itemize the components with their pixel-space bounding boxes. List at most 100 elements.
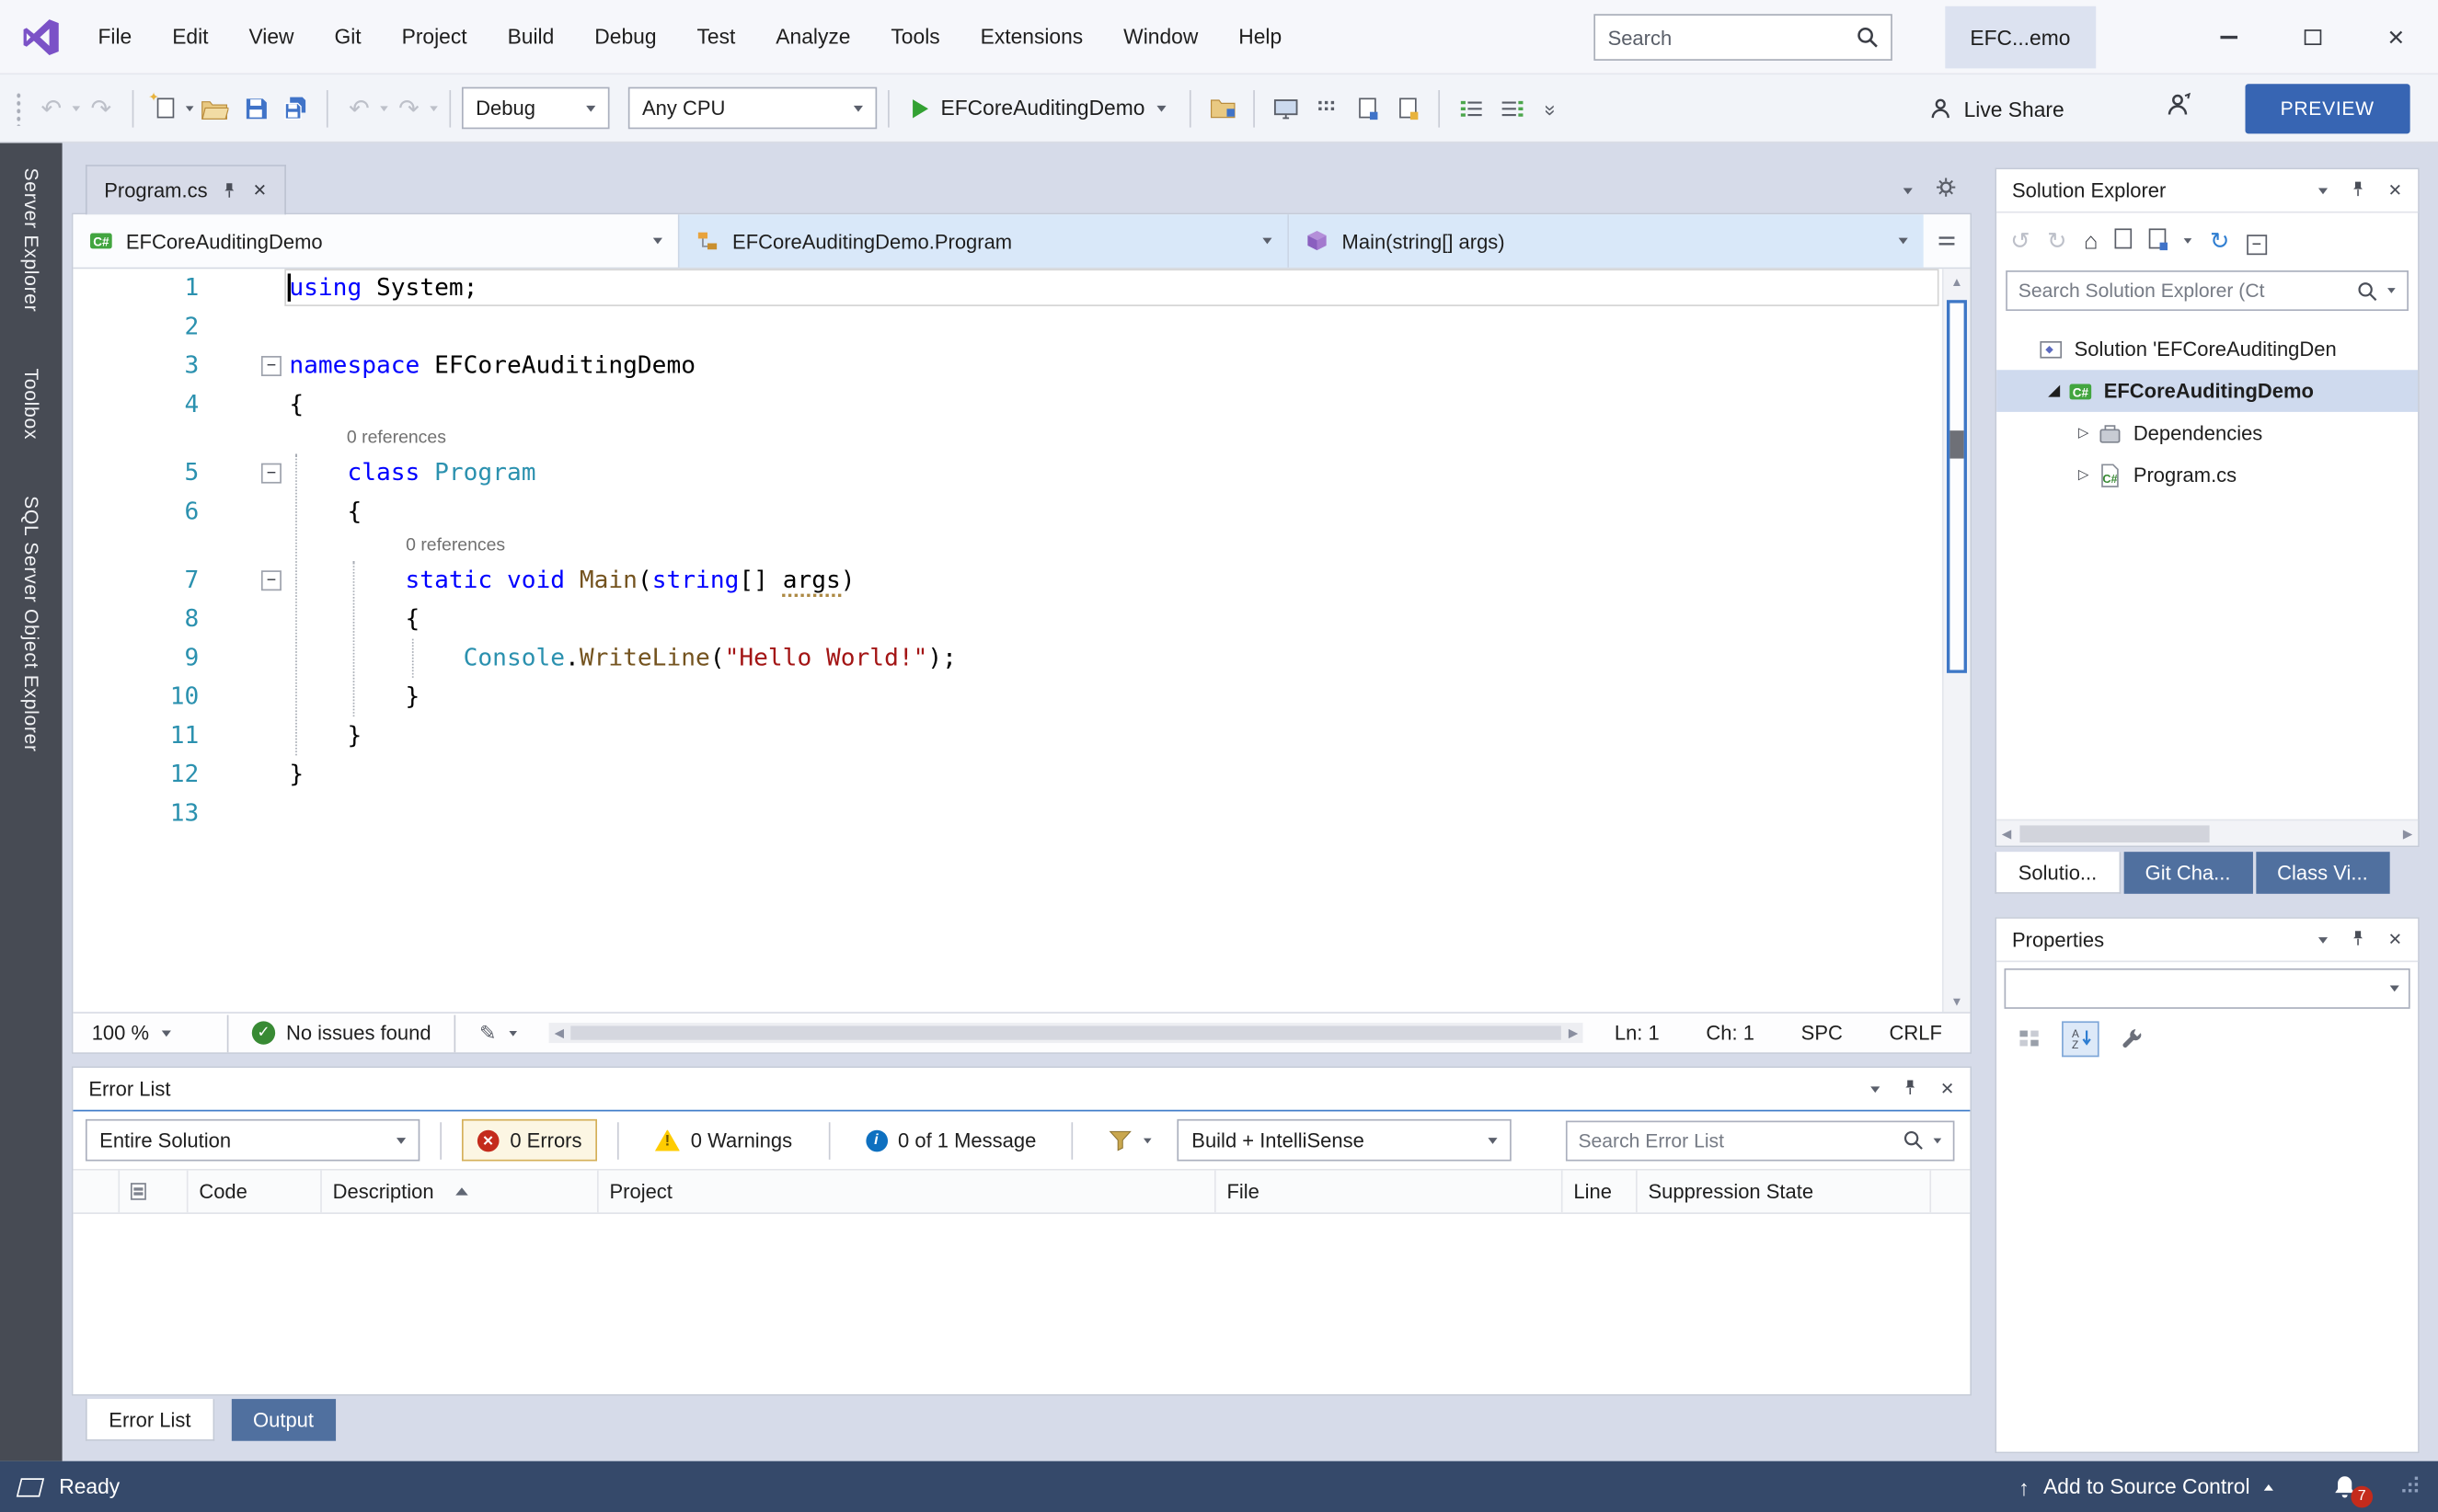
sync-with-active-document-icon[interactable]: [2149, 227, 2168, 255]
tool-tab-solutio[interactable]: Solutio...: [1995, 852, 2121, 894]
search-options-dropdown[interactable]: [1933, 1137, 1942, 1143]
pending-changes-dropdown[interactable]: [2184, 238, 2192, 244]
undo-dropdown[interactable]: [380, 105, 388, 111]
redo-dropdown[interactable]: [430, 105, 438, 111]
new-file-dropdown[interactable]: [185, 105, 194, 111]
column-header-line[interactable]: Line: [1563, 1170, 1638, 1213]
save-all-icon[interactable]: [277, 85, 315, 132]
resize-grip[interactable]: [2401, 1475, 2420, 1498]
add-to-source-control-button[interactable]: Add to Source Control: [2043, 1475, 2249, 1498]
environment-monitor-icon[interactable]: [1268, 85, 1305, 132]
hscroll-left-arrow[interactable]: ◀: [549, 1023, 569, 1043]
health-indicator[interactable]: ✓ No issues found: [251, 1021, 431, 1045]
code-cleanup-dropdown[interactable]: [509, 1030, 518, 1036]
navigate-back-icon[interactable]: ↶: [32, 85, 70, 132]
find-in-files-doc-icon[interactable]: [1349, 85, 1386, 132]
close-icon[interactable]: ✕: [1940, 1079, 1955, 1099]
expander-collapsed-icon[interactable]: ▷: [2071, 424, 2096, 441]
categorized-icon[interactable]: [2010, 1021, 2048, 1057]
home-icon[interactable]: ⌂: [2084, 228, 2098, 255]
panel-tab-output[interactable]: Output: [231, 1399, 336, 1441]
comment-lines-icon[interactable]: [1453, 85, 1490, 132]
fold-collapse-box-icon[interactable]: −: [260, 463, 282, 484]
pin-icon[interactable]: [2349, 179, 2366, 201]
solution-explorer-hscrollbar[interactable]: ◀ ▶: [1996, 819, 2419, 846]
tree-item-dependencies[interactable]: ▷ Dependencies: [1996, 412, 2418, 454]
send-feedback-icon[interactable]: [2165, 92, 2191, 126]
alphabetical-sort-icon[interactable]: AZ: [2062, 1020, 2099, 1057]
menu-debug[interactable]: Debug: [574, 16, 676, 58]
document-list-dropdown-icon[interactable]: [1903, 188, 1913, 195]
dock-tab-toolbox[interactable]: Toolbox: [20, 368, 42, 440]
notifications-button[interactable]: 7: [2330, 1472, 2374, 1507]
solution-explorer-header[interactable]: Solution Explorer ✕: [1996, 169, 2419, 213]
close-tab-icon[interactable]: ✕: [253, 180, 268, 200]
menu-analyze[interactable]: Analyze: [755, 16, 870, 58]
tree-item-solution-efcoreauditingden[interactable]: Solution 'EFCoreAuditingDen: [1996, 328, 2418, 371]
minimize-button[interactable]: [2186, 0, 2270, 74]
live-share-button[interactable]: Live Share: [1928, 86, 2064, 132]
messages-filter-button[interactable]: i 0 of 1 Message: [850, 1119, 1052, 1162]
hscroll-right-arrow[interactable]: ▶: [2398, 820, 2418, 845]
window-position-dropdown-icon[interactable]: [2317, 936, 2328, 944]
hscroll-thumb[interactable]: [570, 1025, 1562, 1040]
code-line[interactable]: 1 using System;: [73, 269, 1942, 307]
menu-git[interactable]: Git: [315, 16, 382, 58]
close-icon[interactable]: ✕: [2388, 930, 2403, 949]
navbar-member-dropdown[interactable]: Main(string[] args): [1289, 214, 1924, 268]
editor-options-gear-icon[interactable]: [1936, 178, 1956, 205]
split-window-icon[interactable]: [1924, 214, 1971, 267]
collapse-all-icon[interactable]: −: [2246, 228, 2267, 255]
open-file-icon[interactable]: [196, 85, 234, 132]
navbar-type-dropdown[interactable]: EFCoreAuditingDemo.Program: [679, 214, 1290, 268]
navbar-project-dropdown[interactable]: C# EFCoreAuditingDemo: [73, 214, 680, 268]
navigate-forward-icon[interactable]: ↷: [83, 85, 121, 132]
menu-help[interactable]: Help: [1218, 16, 1302, 58]
code-line[interactable]: 11 }: [73, 716, 1942, 755]
scrollbar-thumb[interactable]: [1947, 300, 1967, 673]
menu-file[interactable]: File: [78, 16, 153, 58]
fold-collapse-box-icon[interactable]: −: [260, 356, 282, 377]
editor-horizontal-scrollbar[interactable]: ◀ ▶: [548, 1023, 1584, 1044]
toolbar-grip[interactable]: [15, 90, 22, 126]
error-scope-dropdown[interactable]: Entire Solution: [85, 1118, 420, 1162]
refresh-icon[interactable]: ↻: [2210, 227, 2229, 255]
solution-configuration-dropdown[interactable]: Debug: [461, 86, 610, 130]
column-header-suppression-state[interactable]: Suppression State: [1638, 1170, 1932, 1213]
forward-icon[interactable]: ↻: [2047, 227, 2066, 255]
menu-window[interactable]: Window: [1103, 16, 1218, 58]
window-position-dropdown-icon[interactable]: [1869, 1085, 1880, 1093]
solution-platform-dropdown[interactable]: Any CPU: [627, 86, 878, 130]
column-header-description[interactable]: Description: [322, 1170, 599, 1213]
codelens-references[interactable]: 0 references: [347, 424, 446, 453]
code-cleanup-icon[interactable]: ✎: [479, 1021, 496, 1046]
pin-icon[interactable]: [222, 182, 239, 200]
find-symbol-doc-icon[interactable]: [1389, 85, 1427, 132]
column-header-code[interactable]: Code: [189, 1170, 322, 1213]
back-icon[interactable]: ↺: [2010, 227, 2030, 255]
switch-views-icon[interactable]: [2114, 227, 2133, 255]
menu-view[interactable]: View: [228, 16, 314, 58]
properties-header[interactable]: Properties ✕: [1996, 918, 2419, 963]
properties-object-dropdown[interactable]: [2004, 968, 2410, 1009]
hscroll-thumb[interactable]: [2019, 825, 2210, 843]
panel-tab-error-list[interactable]: Error List: [85, 1399, 214, 1441]
scrollbar-up-arrow[interactable]: ▲: [1944, 269, 1971, 295]
error-list-search-box[interactable]: Search Error List: [1565, 1119, 1955, 1161]
undo-icon[interactable]: ↶: [340, 85, 378, 132]
start-debugging-button[interactable]: EFCoreAuditingDemo: [901, 85, 1179, 132]
solution-explorer-search-box[interactable]: Search Solution Explorer (Ct: [2006, 270, 2409, 312]
preview-button[interactable]: PREVIEW: [2244, 84, 2410, 134]
column-header-project[interactable]: Project: [599, 1170, 1216, 1213]
pin-icon[interactable]: [1902, 1078, 1919, 1100]
column-header-file[interactable]: File: [1216, 1170, 1563, 1213]
warnings-filter-button[interactable]: 0 Warnings: [639, 1119, 808, 1162]
error-source-dropdown[interactable]: Build + IntelliSense: [1178, 1118, 1512, 1162]
code-line[interactable]: 2: [73, 308, 1942, 347]
expander-collapsed-icon[interactable]: ▷: [2071, 466, 2096, 484]
filter-button[interactable]: [1094, 1119, 1168, 1162]
expander-expanded-icon[interactable]: ◢: [2041, 383, 2066, 400]
redo-icon[interactable]: ↷: [390, 85, 428, 132]
dots-grid-icon[interactable]: [1308, 85, 1346, 132]
menu-edit[interactable]: Edit: [152, 16, 228, 58]
